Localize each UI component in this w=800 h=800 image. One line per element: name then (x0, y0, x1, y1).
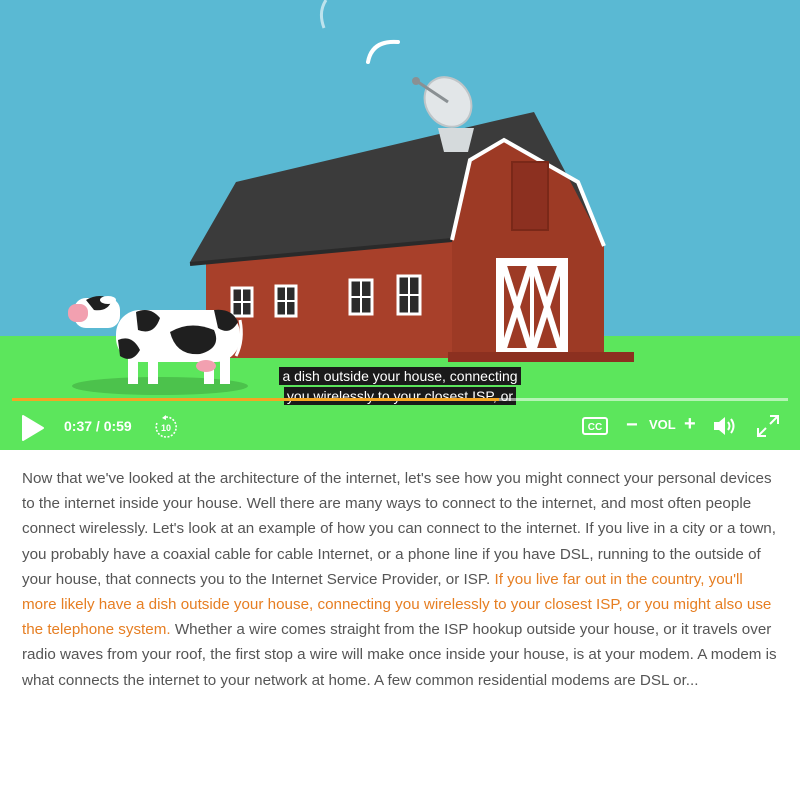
volume-up-button[interactable]: + (684, 413, 696, 435)
volume-label: VOL (649, 417, 676, 432)
cc-label: CC (588, 422, 602, 433)
progress-fill (12, 398, 499, 401)
fullscreen-icon (757, 415, 779, 437)
play-icon (22, 415, 44, 441)
video-frame (0, 0, 800, 450)
captions-button[interactable]: CC (582, 417, 608, 435)
time-display: 0:37 / 0:59 (64, 418, 132, 434)
rewind-label: 10 (161, 423, 171, 433)
rewind-10-button[interactable]: 10 (154, 415, 178, 439)
play-button[interactable] (20, 414, 46, 442)
video-controls: 0:37 / 0:59 10 CC − VOL + (0, 404, 800, 450)
mute-button[interactable] (712, 414, 738, 438)
rewind-icon: 10 (155, 415, 177, 438)
progress-bar[interactable] (12, 398, 788, 401)
fullscreen-button[interactable] (756, 414, 780, 438)
speaker-icon (714, 417, 735, 435)
video-player[interactable]: a dish outside your house, connecting yo… (0, 0, 800, 450)
volume-down-button[interactable]: − (626, 414, 638, 436)
transcript: Now that we've looked at the architectur… (22, 466, 778, 693)
cc-icon: CC (582, 417, 608, 435)
